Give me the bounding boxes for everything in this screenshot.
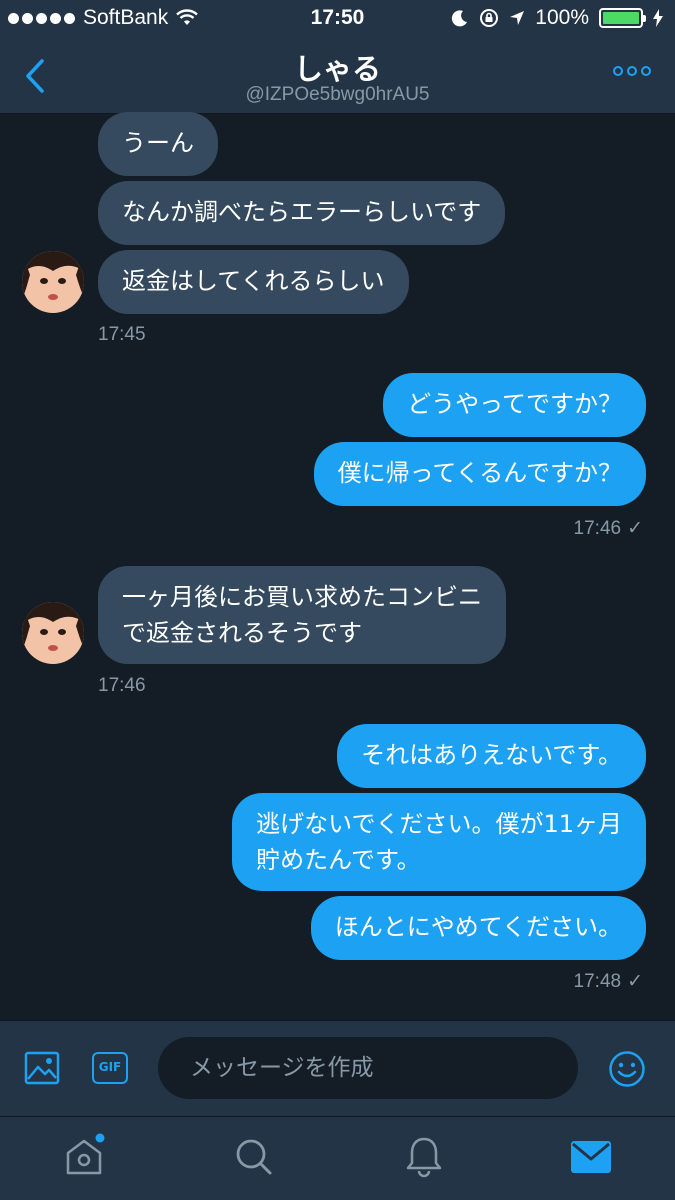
message-bubble[interactable]: うーん — [98, 112, 218, 176]
message-bubble[interactable]: 返金はしてくれるらしい — [98, 250, 409, 314]
rotation-lock-icon — [480, 9, 499, 27]
conversation-handle[interactable]: @IZPOe5bwg0hrAU5 — [0, 84, 675, 106]
conversation-name[interactable]: しゃる — [0, 46, 675, 88]
message-bubble[interactable]: 逃げないでください。僕が11ヶ月 貯めたんです。 — [232, 793, 646, 891]
status-right: 100% — [451, 6, 663, 30]
message-composer: GIF — [0, 1020, 675, 1116]
battery-percent: 100% — [535, 6, 589, 29]
more-icon[interactable] — [613, 66, 651, 76]
status-bar: SoftBank 17:50 100% — [0, 0, 675, 38]
sent-check-icon: ✓ — [627, 971, 643, 992]
message-bubble[interactable]: ほんとにやめてください。 — [310, 896, 646, 960]
bell-icon[interactable] — [404, 1135, 444, 1179]
gif-icon[interactable]: GIF — [92, 1052, 128, 1084]
tab-bar — [0, 1116, 675, 1200]
emoji-icon[interactable] — [608, 1050, 646, 1088]
message-bubble[interactable]: どうやってですか？ — [383, 373, 646, 437]
message-bubble[interactable]: 僕に帰ってくるんですか？ — [313, 442, 646, 506]
search-icon[interactable] — [234, 1137, 274, 1177]
message-bubble[interactable]: それはありえないです。 — [337, 724, 646, 788]
message-input[interactable] — [158, 1037, 578, 1099]
avatar[interactable] — [22, 602, 84, 664]
moon-icon — [452, 10, 468, 27]
home-icon[interactable] — [64, 1133, 108, 1177]
image-icon[interactable] — [24, 1051, 60, 1085]
avatar[interactable] — [22, 251, 84, 313]
message-timestamp: 17:48 ✓ — [574, 970, 643, 993]
timestamp-text: 17:46 — [573, 518, 622, 539]
charging-icon — [653, 9, 663, 27]
message-bubble[interactable]: なんか調べたらエラーらしいです — [98, 181, 506, 245]
message-timestamp: 17:45 — [98, 324, 146, 345]
mail-icon[interactable] — [571, 1141, 611, 1173]
location-icon — [510, 11, 525, 25]
battery-icon — [599, 8, 646, 28]
notification-dot — [95, 1133, 105, 1143]
read-check-icon: ✓ — [627, 518, 643, 539]
message-bubble[interactable]: 一ヶ月後にお買い求めたコンビニ で返金されるそうです — [98, 566, 506, 664]
message-list: うーん なんか調べたらエラーらしいです 返金はしてくれるらしい 17:45 どう… — [0, 112, 675, 1020]
conversation-header: しゃる @IZPOe5bwg0hrAU5 — [0, 38, 675, 114]
timestamp-text: 17:48 — [573, 971, 622, 992]
message-timestamp: 17:46 ✓ — [574, 517, 643, 540]
message-timestamp: 17:46 — [98, 675, 146, 696]
